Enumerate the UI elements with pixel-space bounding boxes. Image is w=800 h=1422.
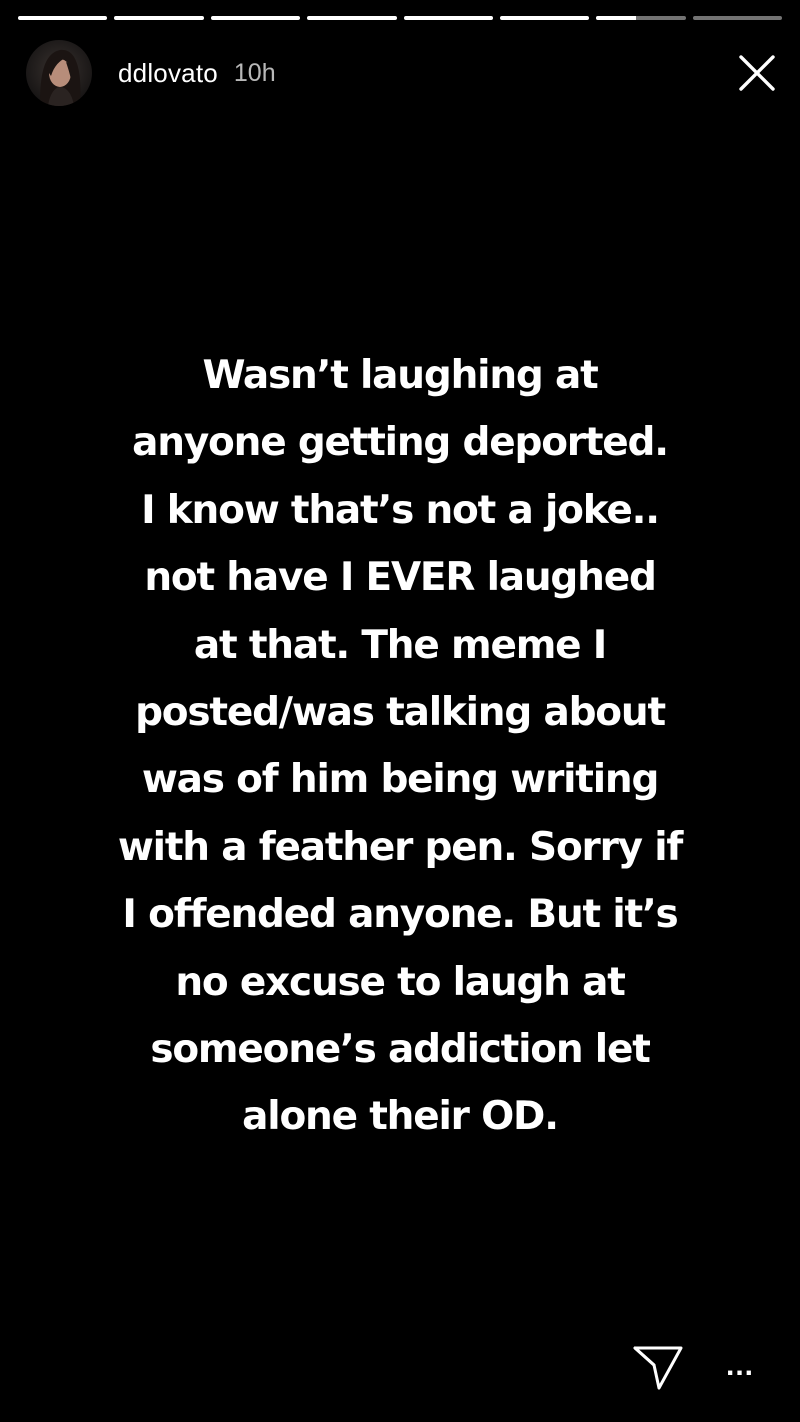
progress-segment-fill <box>307 16 397 20</box>
story-text-line: I offended anyone. But it’s <box>122 892 678 938</box>
paper-plane-icon <box>633 1346 683 1390</box>
close-x-icon <box>739 55 775 91</box>
progress-segment <box>499 16 590 20</box>
more-options-button[interactable]: ... <box>712 1346 768 1386</box>
progress-segment-fill <box>403 16 493 20</box>
more-options-label: ... <box>725 1349 754 1382</box>
avatar[interactable] <box>26 40 92 106</box>
progress-segment <box>596 16 686 20</box>
story-header: ddlovato 10h <box>26 40 780 106</box>
story-text: Wasn’t laughing at anyone getting deporte… <box>0 342 800 1151</box>
story-footer: ... <box>0 1312 800 1422</box>
progress-segment <box>692 16 782 20</box>
progress-segment <box>403 16 493 20</box>
story-progress-bar <box>18 16 782 20</box>
story-text-line: anyone getting deported. <box>132 420 669 466</box>
close-button[interactable] <box>734 50 780 96</box>
story-text-line: at that. The meme I <box>193 622 607 668</box>
story-text-line: no excuse to laugh at <box>175 959 626 1005</box>
story-text-line: posted/was talking about <box>135 690 666 736</box>
progress-segment-fill <box>210 16 301 20</box>
story-viewer[interactable]: ddlovato 10h Wasn’t laughing at anyone ge… <box>0 0 800 1422</box>
story-text-line: Wasn’t laughing at <box>202 353 598 398</box>
send-button[interactable] <box>630 1342 686 1394</box>
story-text-line: alone their OD. <box>242 1094 559 1140</box>
username[interactable]: ddlovato <box>118 58 218 89</box>
progress-segment <box>18 16 108 20</box>
progress-segment <box>210 16 301 20</box>
story-text-line: with a feather pen. Sorry if <box>117 824 683 870</box>
progress-segment-fill <box>499 16 590 20</box>
story-text-line: was of him being writing <box>141 757 660 803</box>
story-text-line: someone’s addiction let <box>150 1027 651 1073</box>
progress-segment <box>114 16 204 20</box>
progress-segment-fill <box>18 16 108 20</box>
profile-photo-icon <box>26 40 92 106</box>
progress-segment <box>307 16 397 20</box>
story-text-line: I know that’s not a joke.. <box>141 487 660 533</box>
progress-segment-fill <box>114 16 204 20</box>
post-timestamp: 10h <box>233 58 276 87</box>
story-text-line: not have I EVER laughed <box>144 555 657 601</box>
progress-segment-fill <box>596 16 637 20</box>
